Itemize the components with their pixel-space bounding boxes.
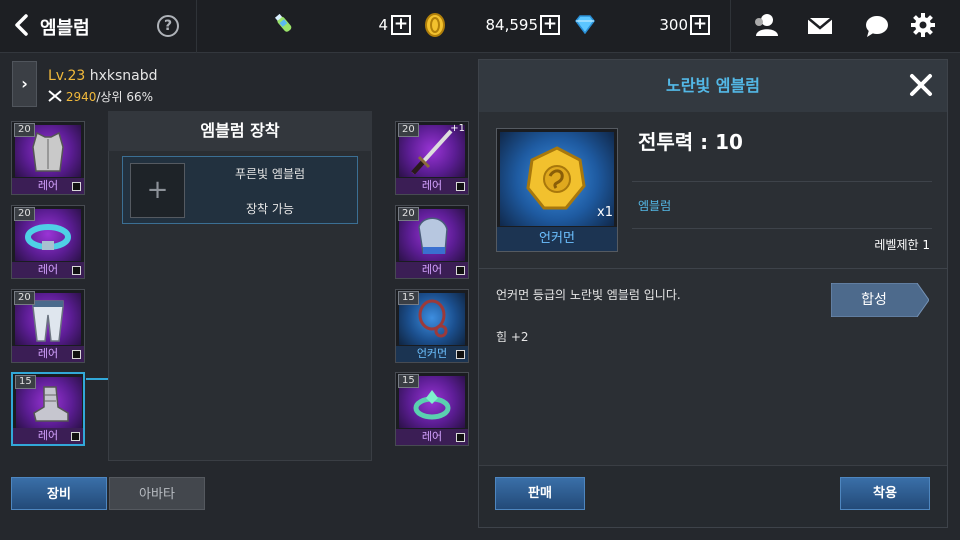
- divider: [632, 228, 932, 229]
- selection-connector-line: [86, 378, 110, 380]
- item-level-badge: 15: [15, 375, 36, 389]
- rank-percent: /상위 66%: [96, 90, 153, 104]
- settings-gear-icon[interactable]: [910, 12, 936, 38]
- equipment-slot-necklace[interactable]: 15 언커먼: [395, 289, 469, 363]
- divider: [632, 181, 932, 182]
- divider: [196, 0, 197, 53]
- select-checkbox[interactable]: [456, 350, 465, 359]
- synthesize-button[interactable]: 합성: [831, 283, 917, 317]
- equip-button[interactable]: 착용: [840, 477, 930, 510]
- chat-icon[interactable]: [864, 14, 890, 38]
- item-level-badge: 20: [398, 123, 419, 137]
- enhance-level: +1: [450, 123, 465, 134]
- equipment-slot-belt[interactable]: 20 레어: [11, 205, 85, 279]
- detail-item-icon: x1 언커먼: [496, 128, 618, 252]
- equipment-slot-weapon[interactable]: 20 +1 레어: [395, 121, 469, 195]
- player-name: hxksnabd: [89, 68, 158, 84]
- item-level-badge: 15: [398, 374, 419, 388]
- friends-icon[interactable]: [751, 12, 779, 38]
- tab-avatar[interactable]: 아바타: [109, 477, 205, 510]
- player-level-name: Lv.23 hxksnabd: [48, 68, 158, 84]
- gold-coin-icon: [425, 13, 445, 37]
- item-level-badge: 20: [14, 123, 35, 137]
- emblem-slot-name: 푸른빛 엠블럼: [234, 167, 306, 181]
- select-checkbox[interactable]: [72, 266, 81, 275]
- emblem-slot-status: 장착 가능: [246, 202, 294, 216]
- gold-count: 84,595: [485, 16, 539, 34]
- select-checkbox[interactable]: [456, 266, 465, 275]
- mail-icon[interactable]: [807, 16, 833, 36]
- combat-power-summary: 2940/상위 66%: [48, 88, 153, 105]
- combat-power: 전투력 : 10: [638, 130, 743, 154]
- divider: [479, 268, 947, 269]
- close-icon[interactable]: [906, 70, 936, 100]
- profile-expand-button[interactable]: ›: [12, 61, 37, 107]
- select-checkbox[interactable]: [456, 182, 465, 191]
- equipment-slot-boots[interactable]: 15 레어: [11, 372, 85, 446]
- sell-button[interactable]: 판매: [495, 477, 585, 510]
- add-gold-button[interactable]: +: [540, 15, 560, 35]
- diamond-gem-icon: [575, 15, 595, 34]
- detail-title: 노란빛 엠블럼: [479, 60, 947, 112]
- item-description: 언커먼 등급의 노란빛 엠블럼 입니다.: [496, 288, 681, 302]
- level-limit: 레벨제한 1: [874, 238, 930, 252]
- item-level-badge: 20: [14, 207, 35, 221]
- item-quantity: x1: [597, 205, 613, 220]
- combat-power-value: 2940: [65, 90, 97, 104]
- select-checkbox[interactable]: [71, 432, 80, 441]
- equipment-slot-pants[interactable]: 20 레어: [11, 289, 85, 363]
- item-grade-label: 언커먼: [497, 227, 617, 251]
- tab-equipment[interactable]: 장비: [11, 477, 107, 510]
- crossed-swords-icon: [48, 90, 62, 102]
- page-title: 엠블럼: [40, 18, 90, 39]
- equipment-slot-ring[interactable]: 15 레어: [395, 372, 469, 446]
- energy-drink-icon: [274, 13, 292, 32]
- item-stat: 힘 +2: [496, 330, 529, 344]
- help-button[interactable]: ?: [157, 15, 179, 37]
- add-energy-button[interactable]: +: [391, 15, 411, 35]
- diamond-count: 300: [659, 16, 688, 34]
- energy-count: 4: [378, 16, 388, 34]
- back-arrow-icon[interactable]: [10, 13, 34, 37]
- add-emblem-button[interactable]: +: [130, 163, 185, 218]
- item-level-badge: 15: [398, 291, 419, 305]
- item-level-badge: 20: [398, 207, 419, 221]
- emblem-equip-title: 엠블럼 장착: [108, 111, 372, 151]
- divider: [730, 0, 731, 53]
- item-type: 엠블럼: [638, 199, 672, 213]
- item-level-badge: 20: [14, 291, 35, 305]
- select-checkbox[interactable]: [72, 182, 81, 191]
- player-level: Lv.23: [48, 68, 86, 84]
- equipment-slot-gloves[interactable]: 20 레어: [395, 205, 469, 279]
- add-diamond-button[interactable]: +: [690, 15, 710, 35]
- select-checkbox[interactable]: [456, 433, 465, 442]
- equipment-slot-armor[interactable]: 20 레어: [11, 121, 85, 195]
- select-checkbox[interactable]: [72, 350, 81, 359]
